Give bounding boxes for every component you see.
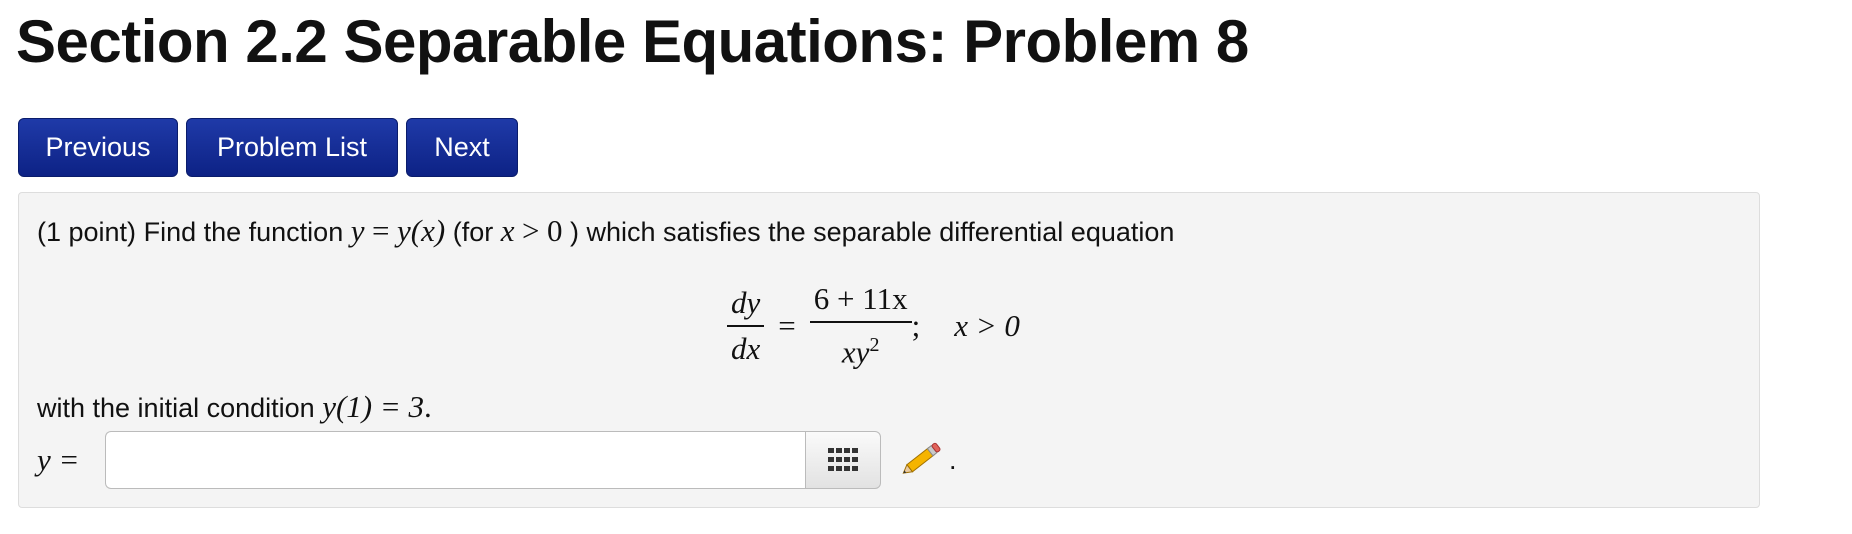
answer-row: y = . — [37, 431, 957, 489]
equation-semicolon: ; — [911, 307, 921, 343]
pencil-icon[interactable] — [897, 438, 945, 482]
rhs-denominator: xy2 — [838, 323, 884, 374]
initial-condition-math: y(1) = 3 — [322, 389, 425, 424]
lhs-denominator: dx — [731, 330, 761, 366]
answer-tail: . — [949, 444, 957, 475]
math-yx: y(x) — [397, 213, 446, 248]
math-equals: = — [372, 213, 390, 248]
math-zero: 0 — [547, 213, 563, 248]
answer-input[interactable] — [105, 431, 805, 489]
page-title: Section 2.2 Separable Equations: Problem… — [16, 8, 1249, 75]
equation-equals: = — [778, 307, 796, 343]
math-x: x — [500, 213, 515, 248]
paren-open-text: (for — [452, 217, 494, 247]
points-label: (1 point) — [37, 217, 137, 247]
problem-statement: (1 point) Find the function y = y(x) (fo… — [37, 213, 1174, 249]
initial-condition: with the initial condition y(1) = 3. — [37, 389, 432, 425]
problem-box: (1 point) Find the function y = y(x) (fo… — [18, 192, 1760, 508]
lhs-numerator: dy — [731, 284, 761, 320]
math-gt: > — [522, 213, 540, 248]
answer-label: y = — [37, 442, 80, 477]
statement-text: Find the function — [143, 217, 344, 247]
rhs-numerator: 6 + 11x — [813, 281, 908, 316]
rhs-denominator-base: xy — [841, 334, 870, 370]
previous-button[interactable]: Previous — [18, 118, 178, 177]
next-button[interactable]: Next — [406, 118, 518, 177]
statement-text-2: which satisfies the separable differenti… — [586, 217, 1175, 247]
problem-list-button[interactable]: Problem List — [186, 118, 398, 177]
paren-close-text: ) — [570, 217, 580, 247]
rhs-fraction: 6 + 11x xy2 — [809, 277, 912, 374]
problem-nav: Previous Problem List Next — [18, 118, 518, 177]
differential-equation: dy dx = 6 + 11x xy2 ; x > 0 — [727, 277, 1020, 374]
initial-period: . — [424, 389, 432, 424]
rhs-denominator-exponent: 2 — [869, 334, 880, 356]
math-y: y — [350, 213, 365, 248]
initial-condition-text: with the initial condition — [37, 393, 315, 423]
keypad-button[interactable] — [805, 431, 881, 489]
keypad-icon — [828, 448, 858, 471]
lhs-fraction: dy dx — [727, 281, 765, 371]
equation-condition: x > 0 — [954, 307, 1020, 343]
